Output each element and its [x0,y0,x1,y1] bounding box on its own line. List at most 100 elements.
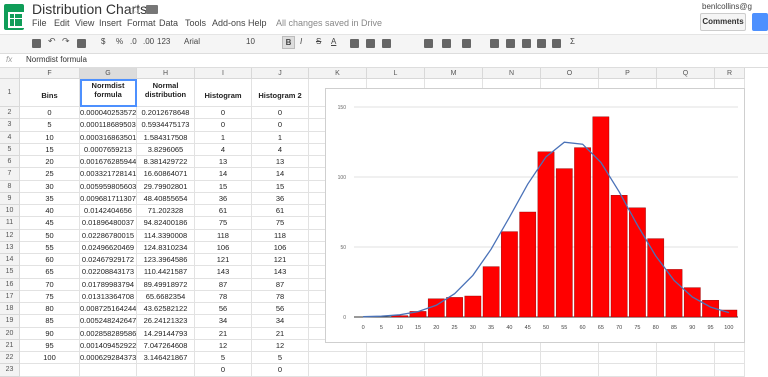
table-cell[interactable]: 50 [20,229,80,242]
table-cell[interactable]: 21 [252,327,309,340]
column-header-r[interactable]: R [715,68,745,79]
table-cell[interactable]: 0.2012678648 [137,107,195,120]
table-cell[interactable]: 20 [20,156,80,169]
row-header[interactable]: 6 [0,156,20,169]
table-cell[interactable]: 0.01896480037 [80,217,137,230]
column-header-q[interactable]: Q [657,68,715,79]
table-cell[interactable]: 0.0142404656 [80,205,137,218]
menu-file[interactable]: File [32,18,47,28]
table-cell[interactable]: 75 [195,217,252,230]
comment-icon[interactable] [506,39,515,48]
table-cell[interactable]: 25 [20,168,80,181]
histogram-chart[interactable]: 0 50 100 150 0 5 10 15 20 25 30 35 40 45 50 55 60 65 70 75 8… [325,88,745,343]
cell[interactable] [483,364,541,377]
table-cell[interactable]: 0.008725164244 [80,303,137,316]
increase-decimal-button[interactable]: .00 [143,37,154,46]
column-header-l[interactable]: L [367,68,425,79]
table-cell[interactable]: 75 [20,290,80,303]
table-cell[interactable]: 0.02496620469 [80,241,137,254]
share-button[interactable] [752,13,768,31]
table-cell[interactable]: 14 [252,168,309,181]
table-cell[interactable]: 80 [20,303,80,316]
table-cell[interactable]: 0.02286780015 [80,229,137,242]
table-cell[interactable]: 10 [20,131,80,144]
row-header[interactable]: 1 [0,79,20,107]
table-cell[interactable]: 0.02467929172 [80,254,137,267]
font-select[interactable]: Arial [184,37,200,46]
table-cell[interactable]: 43.62582122 [137,303,195,316]
table-cell[interactable]: 95 [20,339,80,352]
table-cell[interactable]: 36 [195,192,252,205]
cell[interactable] [599,364,657,377]
column-header-n[interactable]: N [483,68,541,79]
table-cell[interactable]: 71.202328 [137,205,195,218]
table-cell[interactable]: 29.79902801 [137,180,195,193]
table-cell[interactable]: 0.0006292843731 [80,352,137,365]
menu-view[interactable]: View [75,18,94,28]
cell[interactable] [657,364,715,377]
table-cell[interactable]: 143 [195,266,252,279]
table-cell[interactable]: 114.3390008 [137,229,195,242]
table-cell[interactable]: 1 [252,131,309,144]
menu-tools[interactable]: Tools [185,18,206,28]
table-cell[interactable]: 0 [20,107,80,120]
table-cell[interactable]: 0.0003168635015 [80,131,137,144]
cell[interactable] [715,352,745,365]
header-cell-i[interactable]: Histogram [195,79,252,107]
formula-input[interactable]: Normdist formula [26,55,87,64]
column-header-p[interactable]: P [599,68,657,79]
table-cell[interactable]: 75 [252,217,309,230]
row-header[interactable]: 20 [0,327,20,340]
header-cell-f[interactable]: Bins [20,79,80,107]
table-cell[interactable]: 14 [195,168,252,181]
table-cell[interactable]: 13 [252,156,309,169]
table-cell[interactable]: 40 [20,205,80,218]
functions-button[interactable]: Σ [570,37,575,46]
folder-icon[interactable] [146,5,158,14]
header-cell-j[interactable]: Histogram 2 [252,79,309,107]
table-cell[interactable]: 3.8296065 [137,143,195,156]
table-cell[interactable]: 26.24121323 [137,315,195,328]
table-cell[interactable]: 7.047264608 [137,339,195,352]
table-cell[interactable]: 121 [195,254,252,267]
column-header-g[interactable]: G [80,68,137,79]
table-cell[interactable]: 16.60864071 [137,168,195,181]
table-cell[interactable]: 5 [195,352,252,365]
table-cell[interactable]: 61 [195,205,252,218]
table-cell[interactable]: 60 [20,254,80,267]
row-header[interactable]: 17 [0,290,20,303]
table-cell[interactable]: 87 [252,278,309,291]
select-all-corner[interactable] [0,68,20,79]
row-header[interactable]: 11 [0,217,20,230]
table-cell[interactable]: 0.02208843173 [80,266,137,279]
table-cell[interactable]: 0.5934475173 [137,119,195,132]
borders-icon[interactable] [366,39,375,48]
table-cell[interactable]: 0.0007659213 [80,143,137,156]
cell[interactable] [657,352,715,365]
filter-icon[interactable] [537,39,546,48]
table-cell[interactable]: 78 [195,290,252,303]
table-cell[interactable]: 1.584317508 [137,131,195,144]
row-header[interactable]: 21 [0,339,20,352]
table-cell[interactable]: 0.005248242647 [80,315,137,328]
insert-chart-icon[interactable] [522,39,531,48]
table-cell[interactable]: 5 [20,119,80,132]
cell[interactable] [599,352,657,365]
table-cell[interactable]: 34 [252,315,309,328]
row-header[interactable]: 4 [0,131,20,144]
align-icon[interactable] [424,39,433,48]
table-cell[interactable]: 118 [252,229,309,242]
table-cell[interactable]: 0.01313364708 [80,290,137,303]
table-cell[interactable]: 21 [195,327,252,340]
table-cell[interactable]: 118 [195,229,252,242]
row-header[interactable]: 2 [0,107,20,120]
table-cell[interactable]: 36 [252,192,309,205]
table-cell[interactable]: 106 [252,241,309,254]
table-cell[interactable]: 56 [252,303,309,316]
row-header[interactable]: 13 [0,241,20,254]
wrap-icon[interactable] [462,39,471,48]
table-cell[interactable]: 124.8310234 [137,241,195,254]
bold-button[interactable]: B [282,36,295,49]
comments-button[interactable]: Comments [700,13,746,31]
percent-button[interactable]: % [116,37,123,46]
